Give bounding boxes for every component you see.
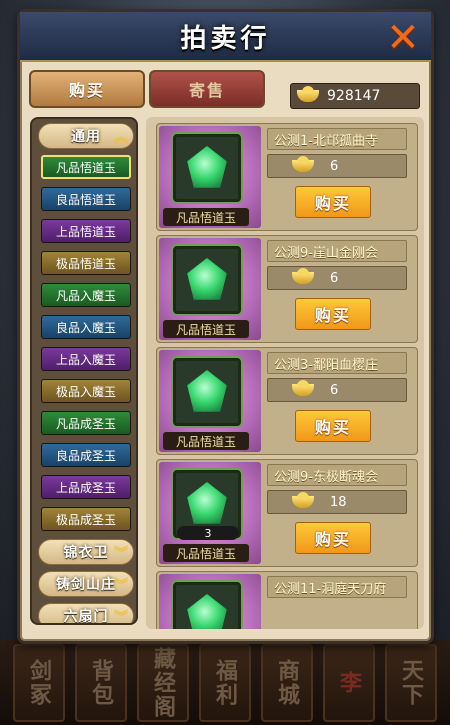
listing-list[interactable]: 凡品悟道玉 公测1-北邙孤曲寺 6 购买 凡品悟道玉 公测9-崖山金刚会 6 购… (146, 117, 424, 629)
price-value: 6 (330, 382, 339, 398)
gold-balance: 928147 (290, 83, 420, 109)
price-box: 6 (267, 266, 407, 290)
jade-icon (187, 482, 227, 524)
item-name: 凡品悟道玉 (163, 320, 249, 338)
buy-button[interactable]: 购买 (295, 298, 371, 330)
gold-ingot-icon (297, 86, 319, 102)
title-bar: 拍卖行 ✕ (20, 12, 431, 62)
item-art: 3 凡品悟道玉 (159, 462, 261, 564)
seller-name: 公测11-洞庭天刀府 (267, 576, 407, 598)
gold-ingot-icon (292, 156, 314, 172)
item-icon-frame[interactable] (173, 134, 241, 202)
close-icon[interactable]: ✕ (383, 15, 423, 61)
category-item[interactable]: 凡品悟道玉 (41, 155, 131, 179)
buy-button[interactable]: 购买 (295, 522, 371, 554)
gold-ingot-icon (292, 492, 314, 508)
seller-name: 公测3-鄱阳血樱庄 (267, 352, 407, 374)
category-item[interactable]: 上品成圣玉 (41, 475, 131, 499)
buy-button[interactable]: 购买 (295, 186, 371, 218)
category-item[interactable]: 凡品成圣玉 (41, 411, 131, 435)
bottom-nav: 剑冢 背包 藏经阁 福利 商城 李 天下 (0, 640, 450, 725)
item-art: 凡品悟道玉 (159, 126, 261, 228)
nav-world[interactable]: 天下 (385, 643, 437, 722)
category-label: 六扇门 (63, 609, 109, 625)
item-icon-frame[interactable] (173, 246, 241, 314)
nav-library[interactable]: 藏经阁 (137, 643, 189, 722)
jade-icon (187, 594, 227, 629)
item-art: 凡品悟道玉 (159, 350, 261, 452)
listing-card: 凡品悟道玉 公测3-鄱阳血樱庄 6 购买 (156, 347, 418, 455)
jade-icon (187, 370, 227, 412)
price-box: 6 (267, 154, 407, 178)
jade-icon (187, 258, 227, 300)
nav-welfare[interactable]: 福利 (199, 643, 251, 722)
category-header-jinyiwei[interactable]: 锦衣卫 ︾ (38, 539, 134, 565)
category-item[interactable]: 极品成圣玉 (41, 507, 131, 531)
chevron-down-icon: ︾ (114, 578, 129, 594)
item-art: 凡品悟道玉 (159, 238, 261, 340)
price-value: 6 (330, 270, 339, 286)
item-art (159, 574, 261, 629)
category-item[interactable]: 极品悟道玉 (41, 251, 131, 275)
category-item[interactable]: 极品入魔玉 (41, 379, 131, 403)
listing-card: 公测11-洞庭天刀府 (156, 571, 418, 629)
quantity-badge: 3 (177, 526, 239, 540)
item-icon-frame[interactable] (173, 358, 241, 426)
page-title: 拍卖行 (180, 23, 271, 54)
tab-sell[interactable]: 寄售 (149, 70, 265, 108)
category-header-general[interactable]: 通用 ︽ (38, 123, 134, 149)
category-label: 铸剑山庄 (56, 577, 116, 593)
nav-li[interactable]: 李 (323, 643, 375, 722)
nav-shop[interactable]: 商城 (261, 643, 313, 722)
item-name: 凡品悟道玉 (163, 432, 249, 450)
item-icon-frame[interactable] (173, 582, 241, 629)
chevron-down-icon: ︾ (114, 546, 129, 562)
seller-name: 公测9-东极断魂会 (267, 464, 407, 486)
listing-card: 凡品悟道玉 公测9-崖山金刚会 6 购买 (156, 235, 418, 343)
category-list[interactable]: 通用 ︽ 凡品悟道玉 良品悟道玉 上品悟道玉 极品悟道玉 凡品入魔玉 良品入魔玉… (30, 117, 138, 625)
category-label: 通用 (71, 129, 101, 145)
price-box: 18 (267, 490, 407, 514)
category-item[interactable]: 良品悟道玉 (41, 187, 131, 211)
chevron-down-icon: ︾ (114, 610, 129, 625)
category-item[interactable]: 凡品入魔玉 (41, 283, 131, 307)
listing-card: 凡品悟道玉 公测1-北邙孤曲寺 6 购买 (156, 123, 418, 231)
tab-buy[interactable]: 购买 (29, 70, 145, 108)
price-value: 18 (330, 494, 347, 510)
category-label: 锦衣卫 (63, 545, 109, 561)
price-value: 6 (330, 158, 339, 174)
seller-name: 公测1-北邙孤曲寺 (267, 128, 407, 150)
listing-card: 3 凡品悟道玉 公测9-东极断魂会 18 购买 (156, 459, 418, 567)
gold-ingot-icon (292, 268, 314, 284)
buy-button[interactable]: 购买 (295, 410, 371, 442)
item-name: 凡品悟道玉 (163, 544, 249, 562)
category-item[interactable]: 上品悟道玉 (41, 219, 131, 243)
gold-amount: 928147 (327, 88, 381, 104)
auction-panel: 拍卖行 ✕ 购买 寄售 928147 通用 ︽ 凡品悟道玉 良品悟道玉 上品悟道… (17, 9, 434, 644)
chevron-up-icon: ︽ (114, 130, 129, 146)
category-header-zhujian[interactable]: 铸剑山庄 ︾ (38, 571, 134, 597)
nav-jianzhong[interactable]: 剑冢 (13, 643, 65, 722)
item-name: 凡品悟道玉 (163, 208, 249, 226)
gold-ingot-icon (292, 380, 314, 396)
category-item[interactable]: 良品成圣玉 (41, 443, 131, 467)
category-item[interactable]: 上品入魔玉 (41, 347, 131, 371)
seller-name: 公测9-崖山金刚会 (267, 240, 407, 262)
price-box: 6 (267, 378, 407, 402)
category-item[interactable]: 良品入魔玉 (41, 315, 131, 339)
nav-bag[interactable]: 背包 (75, 643, 127, 722)
jade-icon (187, 146, 227, 188)
category-header-liushanmen[interactable]: 六扇门 ︾ (38, 603, 134, 625)
